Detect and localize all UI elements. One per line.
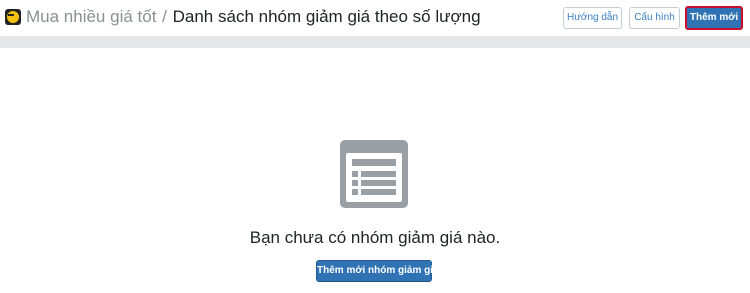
icon-line	[361, 189, 396, 195]
breadcrumb-parent-link[interactable]: Mua nhiều giá tốt	[26, 7, 156, 26]
breadcrumb: Mua nhiều giá tốt / Danh sách nhóm giảm …	[26, 7, 481, 27]
config-button[interactable]: Cấu hình	[629, 7, 680, 29]
icon-bullet	[352, 180, 358, 186]
empty-state-message: Bạn chưa có nhóm giảm giá nào.	[249, 228, 501, 247]
icon-bullet	[352, 171, 358, 177]
icon-line	[361, 180, 396, 186]
coin-app-icon	[5, 9, 21, 25]
breadcrumb-separator: /	[162, 7, 167, 26]
icon-line	[361, 171, 396, 177]
add-discount-group-button[interactable]: Thêm mới nhóm giảm giá	[316, 260, 439, 282]
icon-header-bar	[352, 159, 396, 166]
page-title: Danh sách nhóm giảm giá theo số lượng	[172, 7, 481, 26]
add-new-button[interactable]: Thêm mới	[685, 6, 743, 30]
page-header: Mua nhiều giá tốt / Danh sách nhóm giảm …	[0, 0, 750, 36]
header-divider-band	[0, 36, 750, 48]
list-document-icon	[340, 140, 408, 208]
icon-bullet	[352, 189, 358, 195]
coin-mark	[8, 14, 14, 16]
guide-button[interactable]: Hướng dẫn	[563, 7, 622, 29]
coin-shape	[7, 11, 19, 23]
